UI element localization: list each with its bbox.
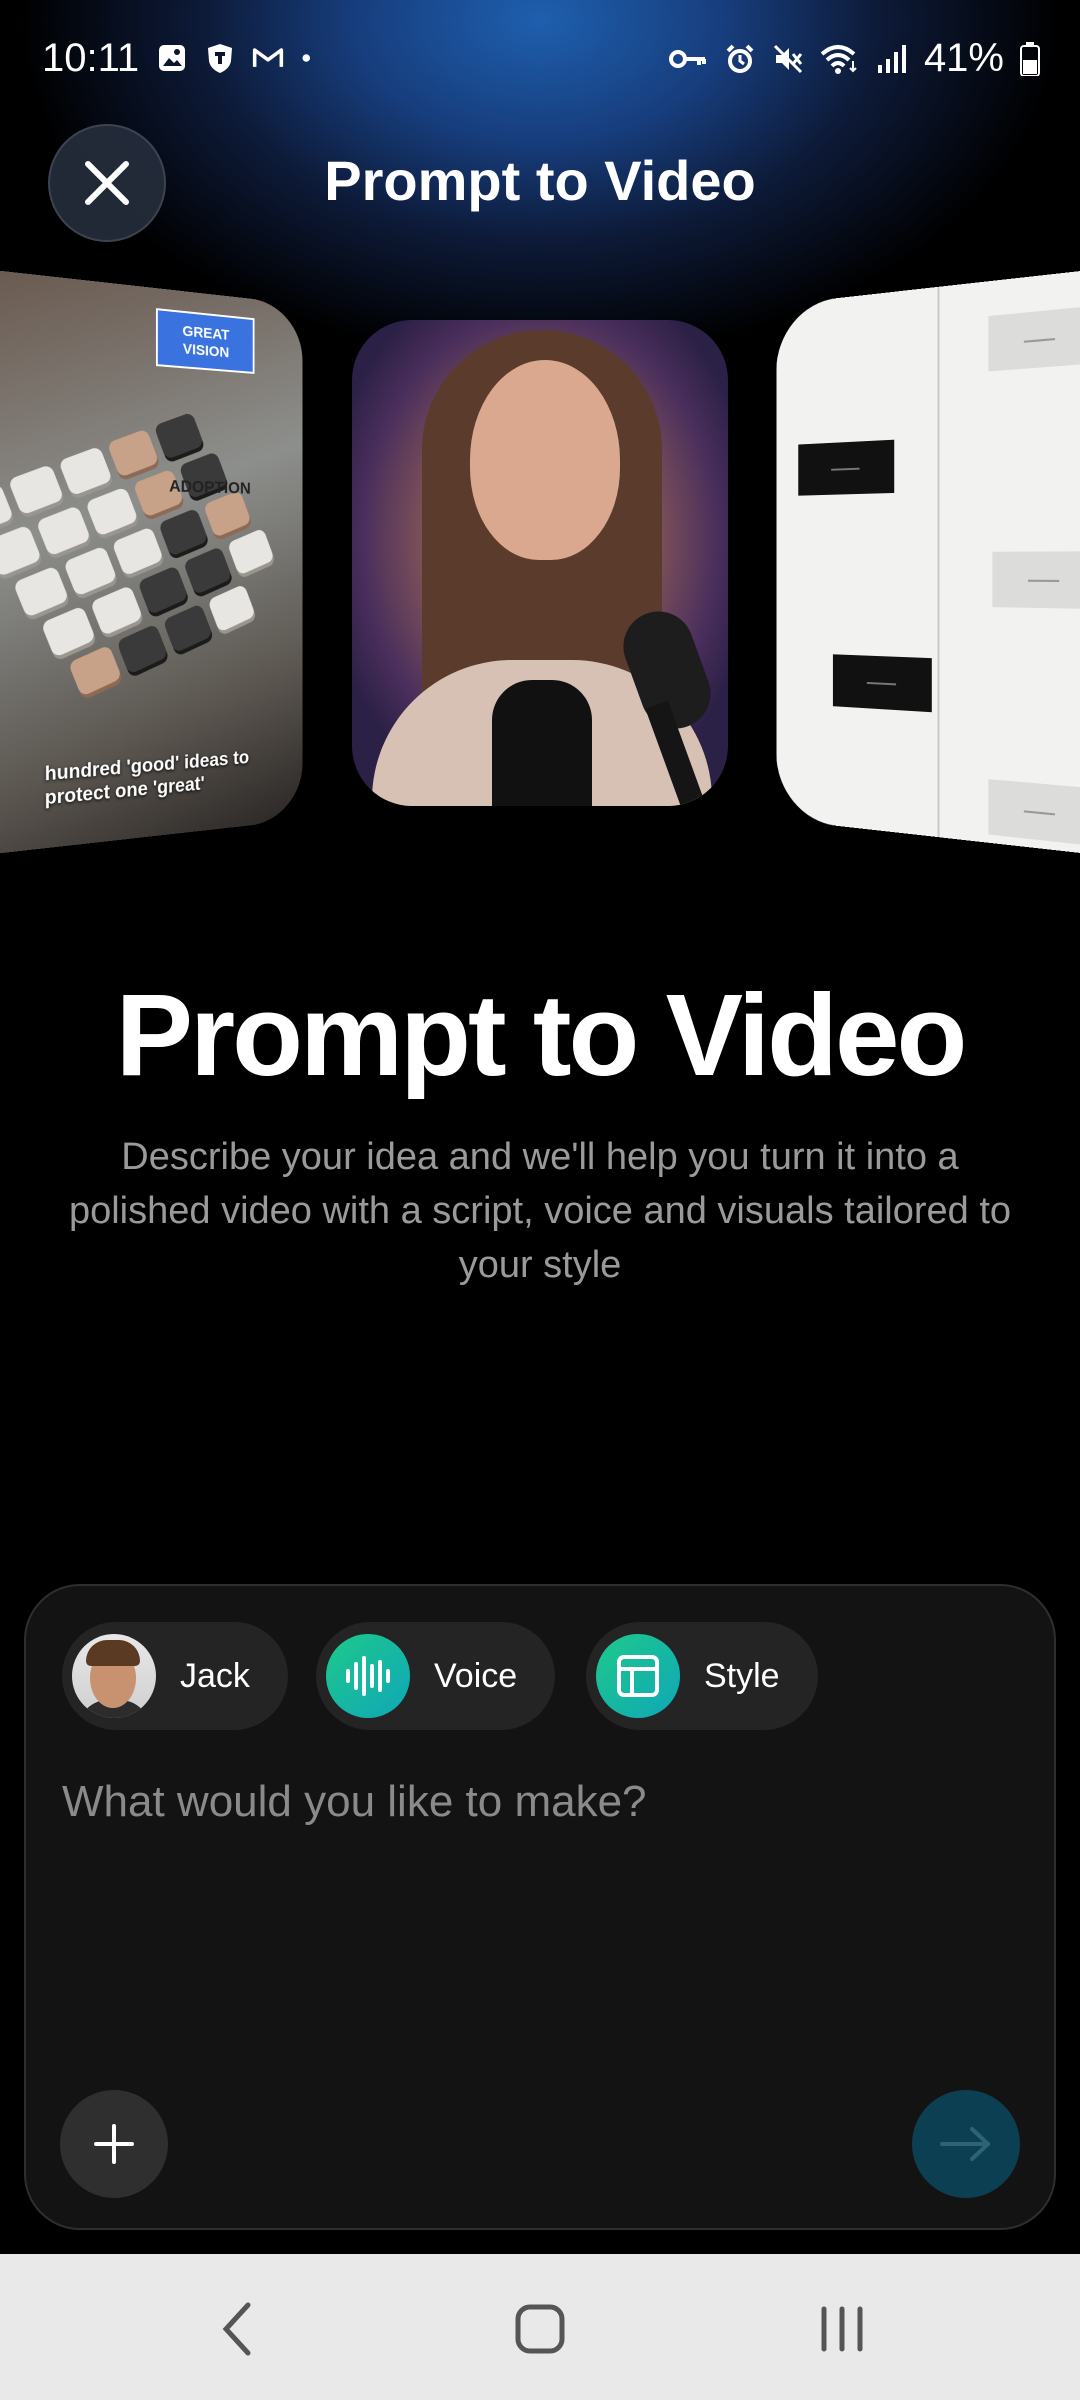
nav-back-button[interactable] — [198, 2294, 278, 2364]
send-button[interactable] — [912, 2090, 1020, 2198]
diagram-node — [992, 551, 1080, 610]
recents-icon — [821, 2306, 863, 2352]
voice-chip-label: Voice — [434, 1656, 518, 1695]
nav-recents-button[interactable] — [802, 2294, 882, 2364]
presenter-face — [470, 360, 620, 560]
style-chip-label: Style — [704, 1656, 780, 1695]
home-icon — [515, 2304, 565, 2354]
style-chip[interactable]: Style — [586, 1622, 818, 1730]
template-card-diagram[interactable] — [776, 268, 1080, 856]
avatar — [72, 1634, 156, 1718]
avatar-chip-label: Jack — [180, 1656, 250, 1695]
wifi-icon — [820, 44, 857, 74]
card-badge: GREAT VISION — [155, 308, 255, 374]
signal-icon — [877, 44, 906, 73]
gallery-icon — [159, 45, 185, 71]
diagram-node — [798, 439, 895, 496]
system-nav-bar — [0, 2254, 1080, 2400]
vpn-key-icon — [668, 49, 706, 68]
prompt-input[interactable] — [62, 1762, 1022, 1842]
add-button[interactable] — [60, 2090, 168, 2198]
status-time: 10:11 — [42, 36, 140, 80]
layout-icon — [596, 1634, 680, 1718]
template-card-presenter[interactable] — [352, 320, 728, 806]
notification-icons — [156, 42, 320, 74]
waveform-icon — [326, 1634, 410, 1718]
diagram-node — [832, 654, 932, 713]
template-card-keyboard[interactable]: GREAT VISION ADOPTION hundred 'good' ide… — [0, 269, 303, 855]
plus-icon — [94, 2124, 134, 2164]
dot-icon — [302, 54, 310, 62]
card-overlay-text: ADOPTION — [169, 476, 251, 498]
battery-icon — [1020, 41, 1040, 76]
arrow-right-icon — [940, 2127, 990, 2161]
avatar-chip[interactable]: Jack — [62, 1622, 288, 1730]
hero-title: Prompt to Video — [115, 970, 968, 1100]
system-icons: 41% — [668, 36, 1040, 81]
back-icon — [222, 2302, 251, 2356]
mute-icon — [773, 44, 803, 73]
diagram-divider — [937, 286, 940, 838]
diagram-node — [988, 305, 1080, 372]
diagram-node — [988, 779, 1080, 846]
hero-description: Describe your idea and we'll help you tu… — [68, 1136, 1012, 1286]
presenter-shirt — [492, 680, 592, 806]
page-title: Prompt to Video — [324, 149, 756, 212]
alarm-icon — [726, 44, 754, 73]
status-bar: 10:11 41% — [0, 0, 1080, 120]
gmail-icon — [252, 48, 284, 67]
nav-home-button[interactable] — [500, 2294, 580, 2364]
voice-chip[interactable]: Voice — [316, 1622, 556, 1730]
shield-icon — [208, 44, 232, 73]
battery-percent: 41% — [923, 36, 1004, 80]
prompt-composer: Jack Voice Style — [24, 1584, 1056, 2230]
